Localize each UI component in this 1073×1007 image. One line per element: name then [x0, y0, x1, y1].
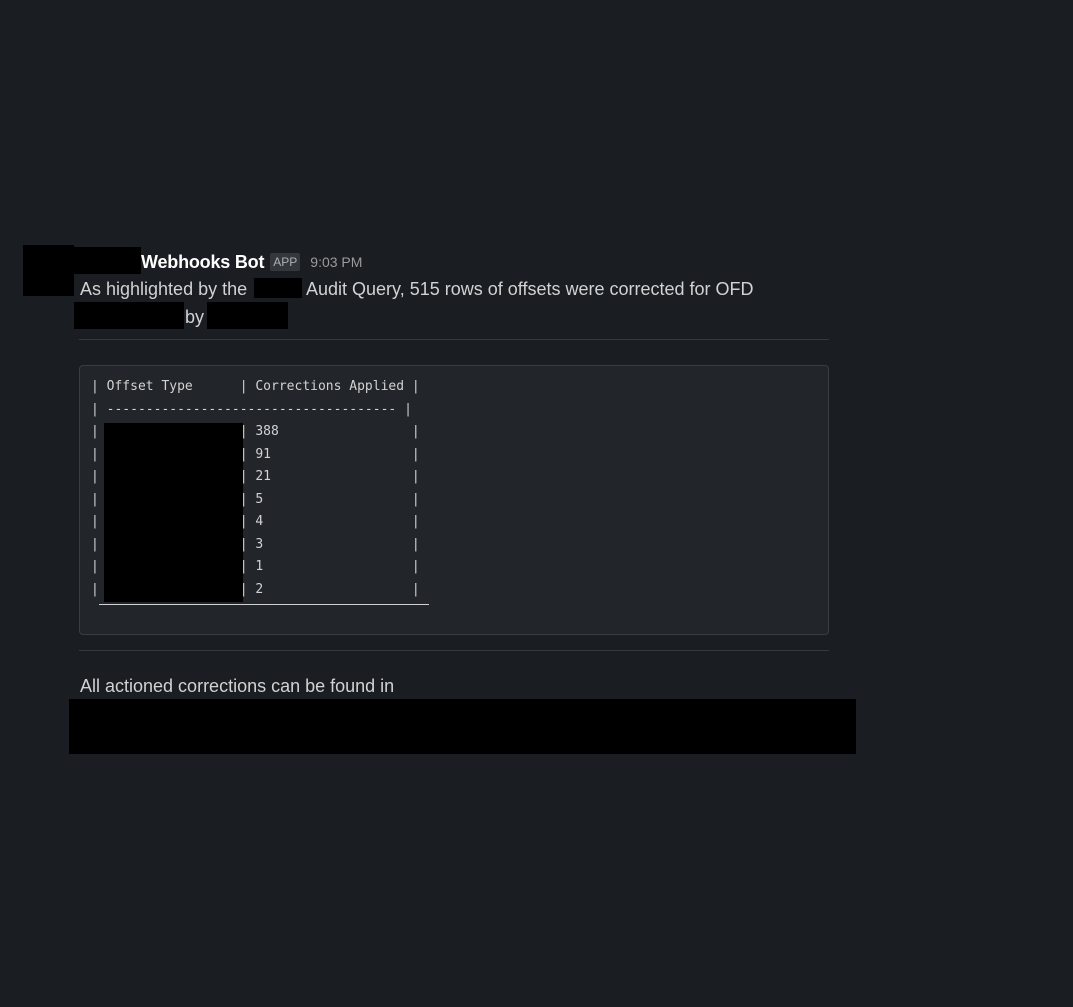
divider-top — [79, 339, 829, 340]
message-text-part2: Audit Query, 515 rows of offsets were co… — [306, 279, 754, 299]
redacted-offset-types — [104, 423, 243, 602]
message-header: Webhooks Bot APP 9:03 PM — [141, 249, 362, 275]
avatar[interactable] — [23, 245, 74, 296]
app-badge: APP — [270, 253, 301, 271]
sender-name[interactable]: Webhooks Bot — [141, 252, 264, 273]
footer-text: All actioned corrections can be found in — [80, 676, 395, 696]
table-separator: | ------------------------------------- … — [91, 402, 412, 417]
message-timestamp[interactable]: 9:03 PM — [310, 254, 362, 270]
redacted-date — [74, 302, 184, 329]
code-block: | Offset Type | Corrections Applied | | … — [79, 365, 829, 635]
table-header: | Offset Type | Corrections Applied | — [91, 379, 420, 394]
redacted-query-name — [254, 278, 302, 298]
message-text-by: by — [185, 307, 205, 327]
message-text-part1: As highlighted by the — [80, 279, 248, 299]
redacted-user — [207, 302, 288, 329]
message-view: Webhooks Bot APP 9:03 PM As highlighted … — [0, 0, 1073, 1007]
redacted-sender-prefix — [74, 247, 141, 274]
divider-bottom — [79, 650, 829, 651]
redacted-link[interactable] — [69, 699, 856, 754]
table-bottom-line — [99, 604, 429, 605]
